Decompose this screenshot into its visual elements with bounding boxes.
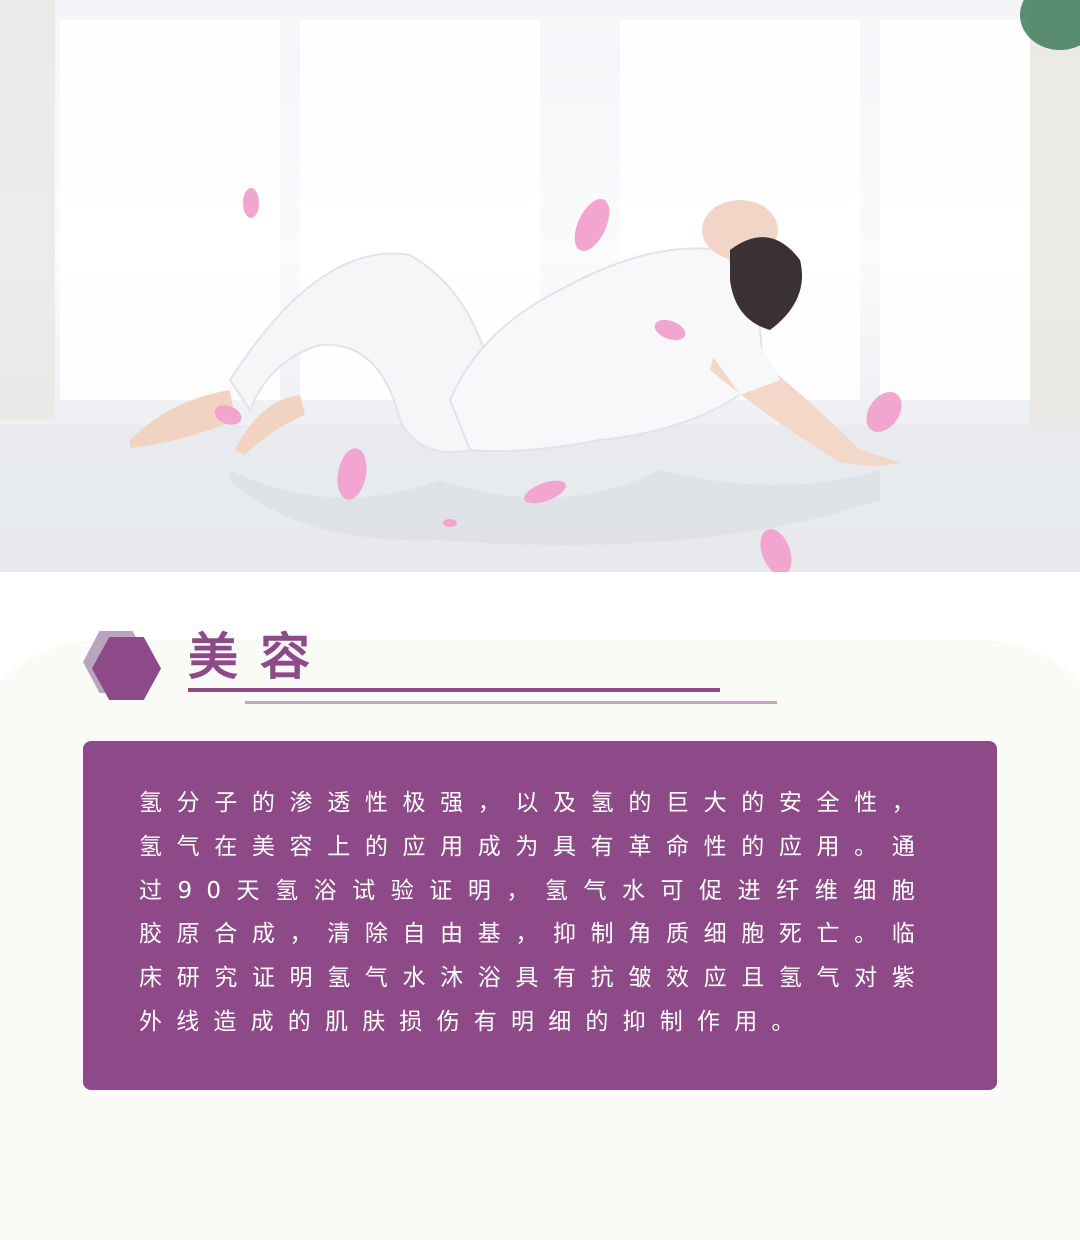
- petal: [443, 519, 457, 527]
- description-card: 氢分子的渗透性极强，以及氢的巨大的安全性，氢气在美容上的应用成为具有革命性的应用…: [83, 741, 997, 1090]
- petal: [243, 188, 259, 218]
- section-title: 美容: [188, 628, 332, 686]
- hero-illustration: [0, 0, 1080, 572]
- curtain-left: [0, 0, 55, 420]
- title-underline-secondary: [245, 701, 777, 704]
- curtain-right: [1030, 0, 1080, 430]
- petal: [574, 198, 610, 252]
- hero-photo: [0, 0, 1080, 572]
- window-pane: [880, 20, 1030, 400]
- description-text: 氢分子的渗透性极强，以及氢的巨大的安全性，氢气在美容上的应用成为具有革命性的应用…: [139, 790, 929, 1035]
- title-underline: [188, 688, 720, 692]
